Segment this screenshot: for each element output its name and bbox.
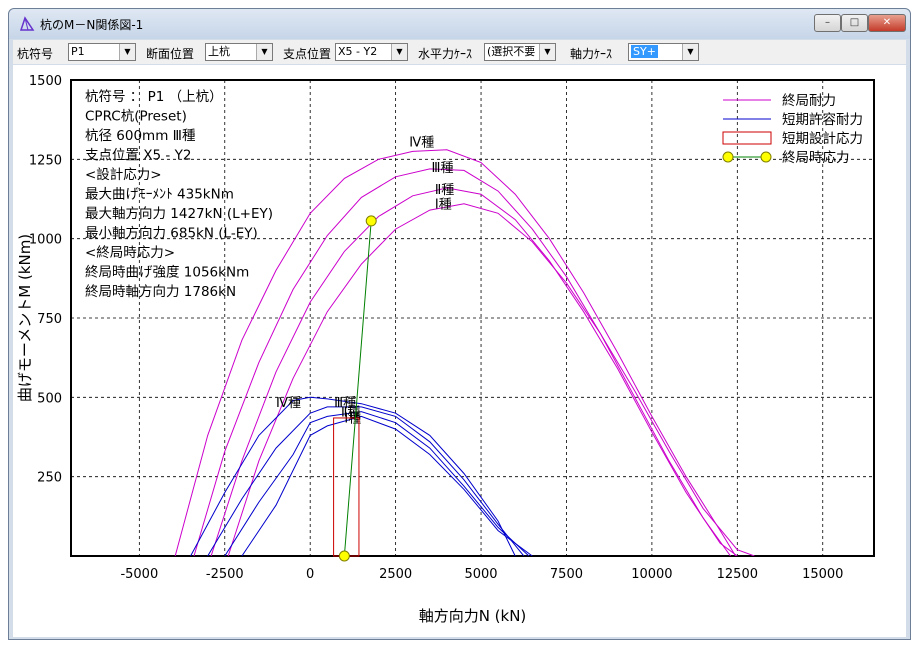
- info-line: 終局時軸方向力 1786kN: [85, 284, 236, 300]
- x-tick-label: -2500: [206, 567, 244, 582]
- info-line: 杭径 600mm Ⅲ種: [85, 128, 196, 144]
- chevron-down-icon: ▼: [256, 44, 272, 60]
- axial-select-value: SY+: [631, 45, 658, 58]
- ultimate-stress-line: [343, 220, 372, 557]
- chart-area: -5000 -2500 0 2500 5000 7500 10000 12500 15000 25…: [13, 65, 906, 637]
- support-label: 支点位置: [283, 47, 332, 61]
- chevron-down-icon: ▼: [391, 44, 407, 60]
- info-line: 支点位置 X5 - Y2: [85, 148, 191, 164]
- legend-swatch-dot: [760, 151, 772, 163]
- x-tick-label: 2500: [379, 567, 412, 582]
- pile-select[interactable]: P1 ▼: [68, 43, 136, 61]
- support-select[interactable]: X5 - Y2 ▼: [335, 43, 408, 61]
- info-line: <設計応力>: [85, 167, 162, 183]
- legend-swatch-box: [722, 131, 772, 145]
- legend-swatch-dot: [722, 151, 734, 163]
- y-tick-label: 250: [37, 471, 62, 486]
- allowable-curve: [207, 406, 525, 556]
- y-axis-title: 曲げモーメントM (kNm): [16, 234, 34, 402]
- x-axis-title: 軸方向力N (kN): [419, 607, 527, 625]
- info-line: 最大軸方向力 1427kN (L+EY): [85, 206, 273, 222]
- title-bar: 杭のM－N関係図-1 – □ ✕: [9, 9, 910, 39]
- maximize-button[interactable]: □: [841, 14, 868, 32]
- app-icon: [19, 16, 35, 31]
- chevron-down-icon: ▼: [539, 44, 555, 60]
- pile-select-value: P1: [71, 45, 85, 58]
- allowable-series-label: Ⅳ種: [276, 395, 301, 411]
- ultimate-stress-point: [365, 215, 377, 227]
- allowable-curve: [241, 415, 533, 556]
- legend-label: 短期許容耐力: [782, 111, 863, 128]
- ultimate-series-label: Ⅱ種: [435, 182, 454, 198]
- info-line: 終局時曲げ強度 1056kNm: [85, 265, 249, 281]
- info-line: <終局時応力>: [85, 245, 175, 261]
- x-tick-label: 12500: [717, 567, 758, 582]
- chevron-down-icon: ▼: [682, 44, 698, 60]
- info-line: 杭符号 ： P1 （上杭）: [85, 89, 223, 105]
- support-select-value: X5 - Y2: [338, 45, 378, 58]
- legend-label: 短期設計応力: [782, 131, 863, 147]
- ultimate-series-label: Ⅰ種: [435, 197, 452, 213]
- axial-label: 軸力ｹｰｽ: [570, 47, 613, 61]
- ultimate-curve: [210, 187, 738, 556]
- y-tick-label: 750: [37, 312, 62, 327]
- x-tick-label: 5000: [464, 567, 497, 582]
- info-line: 最小軸方向力 685kN (L-EY): [85, 226, 258, 242]
- ultimate-stress-point: [338, 550, 350, 562]
- axial-select[interactable]: SY+ ▼: [628, 43, 699, 61]
- y-tick-label: 1250: [29, 153, 62, 168]
- window-title: 杭のM－N関係図-1: [40, 18, 144, 32]
- section-select[interactable]: 上杭 ▼: [205, 43, 273, 61]
- horizontal-label: 水平力ｹｰｽ: [418, 47, 473, 61]
- horizontal-select-value: (選択不要: [487, 45, 536, 58]
- toolbar: 杭符号 P1 ▼ 断面位置 上杭 ▼ 支点位置 X5 - Y2 ▼ 水平力ｹｰｽ…: [13, 40, 906, 64]
- pile-label: 杭符号: [17, 47, 54, 61]
- ultimate-curve: [193, 168, 731, 556]
- x-tick-label: 15000: [802, 567, 843, 582]
- close-button[interactable]: ✕: [868, 14, 906, 32]
- ultimate-series-label: Ⅲ種: [431, 160, 453, 176]
- section-select-value: 上杭: [208, 45, 230, 58]
- info-line: 最大曲げﾓｰﾒﾝﾄ 435kNm: [85, 187, 234, 203]
- x-tick-label: 7500: [550, 567, 583, 582]
- legend-label: 終局耐力: [782, 93, 836, 109]
- ultimate-series-label: Ⅳ種: [409, 135, 434, 151]
- x-tick-label: 10000: [631, 567, 672, 582]
- app-window: 杭のM－N関係図-1 – □ ✕ 杭符号 P1 ▼ 断面位置 上杭 ▼ 支点位置…: [8, 8, 911, 640]
- horizontal-select[interactable]: (選択不要 ▼: [484, 43, 556, 61]
- x-tick-label: -5000: [120, 567, 158, 582]
- info-line: CPRC杭(Preset): [85, 109, 187, 125]
- legend-label: 終局時応力: [782, 150, 850, 166]
- y-tick-label: 500: [37, 391, 62, 406]
- x-tick-label: 0: [306, 567, 314, 582]
- ultimate-curve: [227, 203, 755, 556]
- mn-chart: -5000 -2500 0 2500 5000 7500 10000 12500 15000 25…: [16, 74, 875, 625]
- section-label: 断面位置: [146, 47, 195, 61]
- y-tick-label: 1500: [29, 74, 62, 89]
- minimize-button[interactable]: –: [814, 14, 841, 32]
- chevron-down-icon: ▼: [119, 44, 135, 60]
